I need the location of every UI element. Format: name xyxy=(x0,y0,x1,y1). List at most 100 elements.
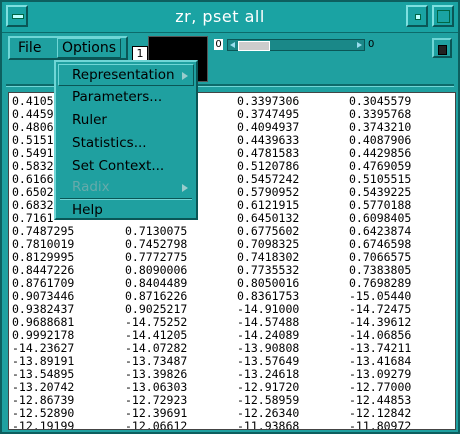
slider-min-value: 0 xyxy=(214,39,223,50)
slider-left-arrow-icon[interactable] xyxy=(230,42,235,48)
minimize-button[interactable] xyxy=(406,5,428,27)
table-cell: 0.7098325 xyxy=(237,237,300,251)
menu-options[interactable]: Options xyxy=(57,38,122,58)
table-cell: -11.80972 xyxy=(349,419,412,430)
menu-item-parameters[interactable]: Parameters... xyxy=(72,89,162,105)
table-cell: 0.8129995 xyxy=(12,250,75,264)
table-cell: 0.7772775 xyxy=(125,250,188,264)
table-cell: -14.23627 xyxy=(12,341,75,355)
table-cell: -13.57649 xyxy=(237,354,300,368)
table-cell: 0.7487295 xyxy=(12,224,75,238)
table-cell: -12.12842 xyxy=(349,406,412,420)
table-cell: 0.4439633 xyxy=(237,133,300,147)
table-cell: 0.7161 xyxy=(12,211,54,225)
table-row: 0.9688681 -14.75252 -14.57488 -14.39612 xyxy=(9,315,455,329)
table-cell: -14.57488 xyxy=(237,315,300,329)
table-cell: 0.8090006 xyxy=(125,263,188,277)
table-cell: -12.77000 xyxy=(349,380,412,394)
table-cell: 0.3395768 xyxy=(349,107,412,121)
table-cell: 0.4806 xyxy=(12,120,54,134)
table-cell: -13.39826 xyxy=(125,367,188,381)
table-cell: 0.8447226 xyxy=(12,263,75,277)
table-cell: -14.06856 xyxy=(349,328,412,342)
menu-item-ruler[interactable]: Ruler xyxy=(72,112,107,128)
table-cell: 0.6121915 xyxy=(237,198,300,212)
table-cell: -12.06612 xyxy=(125,419,188,430)
table-cell: 0.5491 xyxy=(12,146,54,160)
table-cell: -14.75252 xyxy=(125,315,188,329)
table-cell: -13.06303 xyxy=(125,380,188,394)
table-cell: 0.9688681 xyxy=(12,315,75,329)
table-cell: 0.6098405 xyxy=(349,211,412,225)
table-row: -12.52890 -12.39691 -12.26340 -12.12842 xyxy=(9,406,455,420)
slider-right-arrow-icon[interactable] xyxy=(357,42,362,48)
table-cell: -12.19199 xyxy=(12,419,75,430)
table-cell: 0.7735532 xyxy=(237,263,300,277)
slider-max-value: 0 xyxy=(368,39,375,50)
table-cell: 0.6502 xyxy=(12,185,54,199)
table-cell: 0.7383805 xyxy=(349,263,412,277)
window-menu-button[interactable] xyxy=(6,5,28,27)
table-cell: 0.4105 xyxy=(12,94,54,108)
menu-item-help[interactable]: Help xyxy=(72,202,103,218)
table-cell: 0.3397306 xyxy=(237,94,300,108)
table-row: -13.54895 -13.39826 -13.24618 -13.09279 xyxy=(9,367,455,381)
menu-options-label: Options xyxy=(62,40,117,56)
table-cell: -14.91000 xyxy=(237,302,300,316)
table-cell: 0.8761709 xyxy=(12,276,75,290)
table-row: 0.9992178 -14.41205 -14.24089 -14.06856 xyxy=(9,328,455,342)
table-cell: -14.72475 xyxy=(349,302,412,316)
menu-item-set-context[interactable]: Set Context... xyxy=(72,158,164,174)
table-cell: -13.73487 xyxy=(125,354,188,368)
table-cell: -13.89191 xyxy=(12,354,75,368)
table-cell: 0.7418302 xyxy=(237,250,300,264)
table-cell: 0.6832 xyxy=(12,198,54,212)
menu-separator xyxy=(60,198,192,200)
lock-icon[interactable] xyxy=(432,38,452,58)
table-cell: -12.58959 xyxy=(237,393,300,407)
table-cell: -13.90808 xyxy=(237,341,300,355)
table-cell: -13.09279 xyxy=(349,367,412,381)
menu-item-statistics[interactable]: Statistics... xyxy=(72,135,147,151)
table-cell: 0.3743210 xyxy=(349,120,412,134)
table-cell: 0.5439225 xyxy=(349,185,412,199)
slider-thumb[interactable] xyxy=(238,41,270,51)
menu-item-representation[interactable]: Representation xyxy=(72,67,175,83)
menu-file-label: File xyxy=(18,40,42,56)
table-cell: -12.26340 xyxy=(237,406,300,420)
table-cell: 0.3045579 xyxy=(349,94,412,108)
table-cell: 0.6746598 xyxy=(349,237,412,251)
table-cell: 0.5770188 xyxy=(349,198,412,212)
maximize-button[interactable] xyxy=(432,5,454,27)
table-cell: -12.86739 xyxy=(12,393,75,407)
table-cell: -12.72923 xyxy=(125,393,188,407)
menu-file[interactable]: File xyxy=(14,39,45,57)
title-bar[interactable]: zr, pset all xyxy=(2,2,458,33)
options-dropdown-menu: Representation Parameters... Ruler Stati… xyxy=(54,60,198,220)
table-cell: -14.24089 xyxy=(237,328,300,342)
table-cell: 0.5457242 xyxy=(237,172,300,186)
table-cell: 0.5120786 xyxy=(237,159,300,173)
table-cell: -11.93868 xyxy=(237,419,300,430)
table-cell: 0.9382437 xyxy=(12,302,75,316)
table-row: -13.89191 -13.73487 -13.57649 -13.41684 xyxy=(9,354,455,368)
frame-slider[interactable] xyxy=(227,39,365,51)
table-cell: 0.6450132 xyxy=(237,211,300,225)
table-cell: 0.8716226 xyxy=(125,289,188,303)
table-cell: 0.5832 xyxy=(12,159,54,173)
table-cell: 0.9025217 xyxy=(125,302,188,316)
table-row: -14.23627 -14.07282 -13.90808 -13.74211 xyxy=(9,341,455,355)
table-cell: 0.4769059 xyxy=(349,159,412,173)
table-cell: -13.24618 xyxy=(237,367,300,381)
table-cell: 0.7452798 xyxy=(125,237,188,251)
table-cell: 0.9992178 xyxy=(12,328,75,342)
table-cell: 0.8361753 xyxy=(237,289,300,303)
menu-bar: File Options xyxy=(8,36,128,60)
table-cell: 0.4087906 xyxy=(349,133,412,147)
table-row: 0.9382437 0.9025217 -14.91000 -14.72475 xyxy=(9,302,455,316)
submenu-arrow-icon xyxy=(182,72,188,80)
table-row: 0.7487295 0.7130075 0.6775602 0.6423874 xyxy=(9,224,455,238)
table-cell: -12.39691 xyxy=(125,406,188,420)
table-cell: -14.07282 xyxy=(125,341,188,355)
table-cell: -13.20742 xyxy=(12,380,75,394)
